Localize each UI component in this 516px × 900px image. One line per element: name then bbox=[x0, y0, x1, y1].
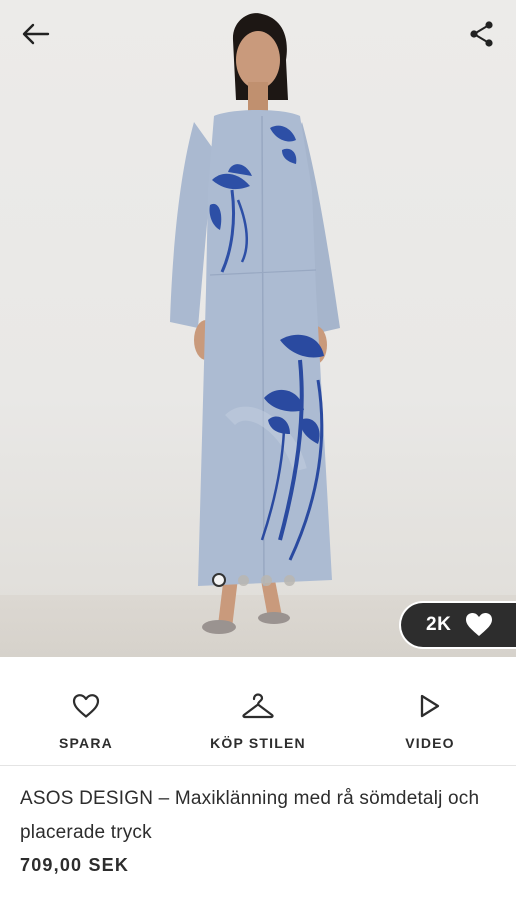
pagination-dot[interactable] bbox=[238, 574, 249, 586]
save-button[interactable]: SPARA bbox=[0, 657, 172, 765]
product-actions-bar: SPARA KÖP STILEN VIDEO bbox=[0, 657, 516, 766]
heart-outline-icon bbox=[72, 687, 100, 719]
save-label: SPARA bbox=[59, 735, 113, 751]
share-button[interactable] bbox=[462, 16, 502, 52]
like-count-badge[interactable]: 2K bbox=[401, 603, 516, 647]
shop-the-look-label: KÖP STILEN bbox=[210, 735, 306, 751]
arrow-left-icon bbox=[22, 23, 50, 45]
hanger-icon bbox=[241, 687, 275, 719]
video-button[interactable]: VIDEO bbox=[344, 657, 516, 765]
like-count: 2K bbox=[426, 614, 452, 635]
gallery-pagination[interactable] bbox=[212, 573, 295, 587]
back-button[interactable] bbox=[16, 16, 56, 52]
product-photo bbox=[170, 13, 340, 634]
video-label: VIDEO bbox=[405, 735, 455, 751]
product-price: 709,00 SEK bbox=[20, 855, 130, 875]
product-image-gallery[interactable]: 2K bbox=[0, 0, 516, 657]
pagination-dot[interactable] bbox=[284, 574, 295, 586]
pagination-dot-active[interactable] bbox=[212, 573, 226, 587]
shop-the-look-button[interactable]: KÖP STILEN bbox=[172, 657, 344, 765]
pagination-dot[interactable] bbox=[261, 574, 272, 586]
heart-filled-icon bbox=[465, 612, 493, 638]
product-title: ASOS DESIGN – Maxiklänning med rå sömdet… bbox=[20, 788, 480, 843]
share-icon bbox=[470, 21, 493, 47]
play-outline-icon bbox=[418, 687, 442, 719]
